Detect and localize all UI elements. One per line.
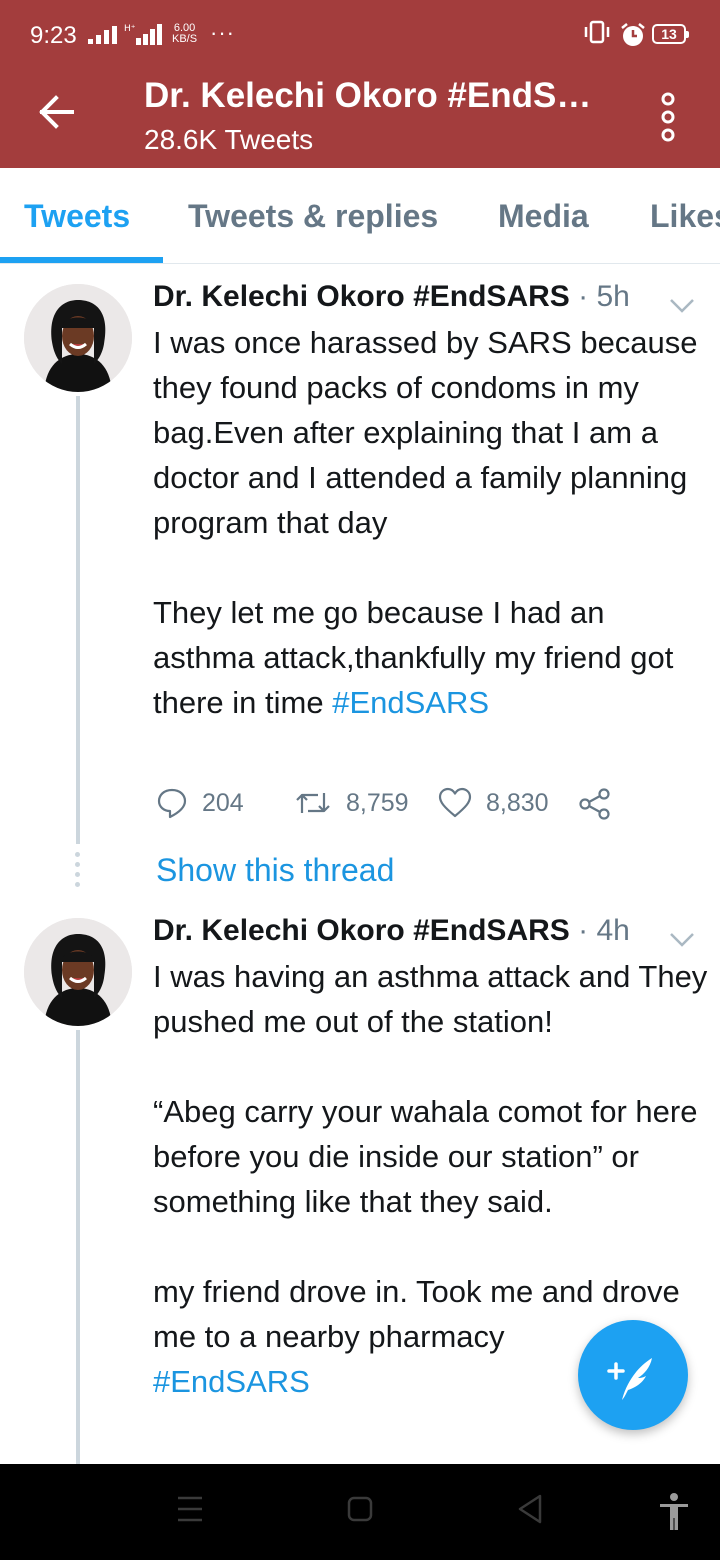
profile-name-title: Dr. Kelechi Okoro #EndSARS [144,76,614,115]
back-button[interactable] [30,90,86,134]
tab-tweets[interactable]: Tweets [24,198,130,235]
system-navigation-bar [0,1464,720,1560]
tweet-header: Dr. Kelechi Okoro #EndSARS · 4h [153,914,713,954]
back-arrow-icon [39,95,74,129]
tweet-paragraph: “Abeg carry your wahala comot for here b… [153,1094,698,1219]
retweet-count: 8,759 [346,788,409,817]
thread-gap-indicator [75,852,81,892]
more-vertical-icon [661,92,675,142]
hashtag-link[interactable]: #EndSARS [153,1364,310,1399]
tab-tweets-and-replies[interactable]: Tweets & replies [188,198,438,235]
tweet-separator: · [578,914,589,947]
tweet-paragraph: I was having an asthma attack and They p… [153,959,708,1039]
retweet-icon [296,793,330,813]
tweet-header: Dr. Kelechi Okoro #EndSARS · 5h [153,280,713,320]
reply-icon [157,788,187,819]
reply-count: 204 [202,788,244,817]
tweet-timestamp[interactable]: 5h [596,280,629,313]
tweet-separator: · [578,280,589,313]
active-tab-indicator [0,257,163,263]
back-icon[interactable] [516,1492,544,1531]
heart-icon [438,787,472,818]
thread-line [76,396,80,844]
status-bar: 9:23 H⁺ 6.00 KB/S ··· 13 [0,0,720,70]
battery-icon: 13 [652,24,689,44]
signal-icon [88,26,118,49]
hplus-signal-icon: H⁺ [124,22,164,51]
home-icon[interactable] [347,1492,373,1531]
show-thread-link[interactable]: Show this thread [156,852,394,889]
like-count: 8,830 [486,788,549,817]
vibrate-icon [582,20,612,50]
recent-apps-icon[interactable] [176,1492,204,1531]
tweet-author-name[interactable]: Dr. Kelechi Okoro #EndSARS [153,280,570,313]
compose-tweet-button[interactable] [578,1320,688,1430]
tweet-paragraph: I was once harassed by SARS because they… [153,325,698,540]
tweet-text[interactable]: I was once harassed by SARS because they… [153,320,708,725]
tweet-actions: 204 8,759 8,830 [156,787,636,827]
reply-button[interactable]: 204 [156,787,244,819]
network-speed-unit: KB/S [172,33,198,45]
tweet-author-name[interactable]: Dr. Kelechi Okoro #EndSARS [153,914,570,947]
tab-media[interactable]: Media [498,198,589,235]
more-options-button[interactable] [652,90,684,144]
avatar[interactable] [24,284,132,392]
chevron-down-icon[interactable] [669,288,695,322]
tweet-timestamp[interactable]: 4h [596,914,629,947]
tweet-paragraph: They let me go because I had an asthma a… [153,595,674,720]
hashtag-link[interactable]: #EndSARS [332,685,489,720]
profile-header: Dr. Kelechi Okoro #EndSARS 28.6K Tweets [0,70,720,168]
tab-likes[interactable]: Likes [650,198,720,235]
more-notifications-indicator: ··· [210,20,235,45]
chevron-down-icon[interactable] [669,922,695,956]
accessibility-icon[interactable] [658,1492,690,1537]
status-time: 9:23 [30,22,77,49]
retweet-button[interactable]: 8,759 [294,787,409,819]
alarm-icon [620,22,646,53]
tweet-count: 28.6K Tweets [144,124,314,155]
avatar[interactable] [24,918,132,1026]
profile-tabs: Tweets Tweets & replies Media Likes [0,168,720,264]
share-icon [579,788,610,820]
thread-line [76,1030,80,1464]
share-button[interactable] [578,787,612,821]
compose-tweet-icon [607,1358,652,1400]
svg-text:H⁺: H⁺ [124,24,136,34]
like-button[interactable]: 8,830 [438,787,549,819]
network-speed: 6.00 KB/S [172,23,197,45]
